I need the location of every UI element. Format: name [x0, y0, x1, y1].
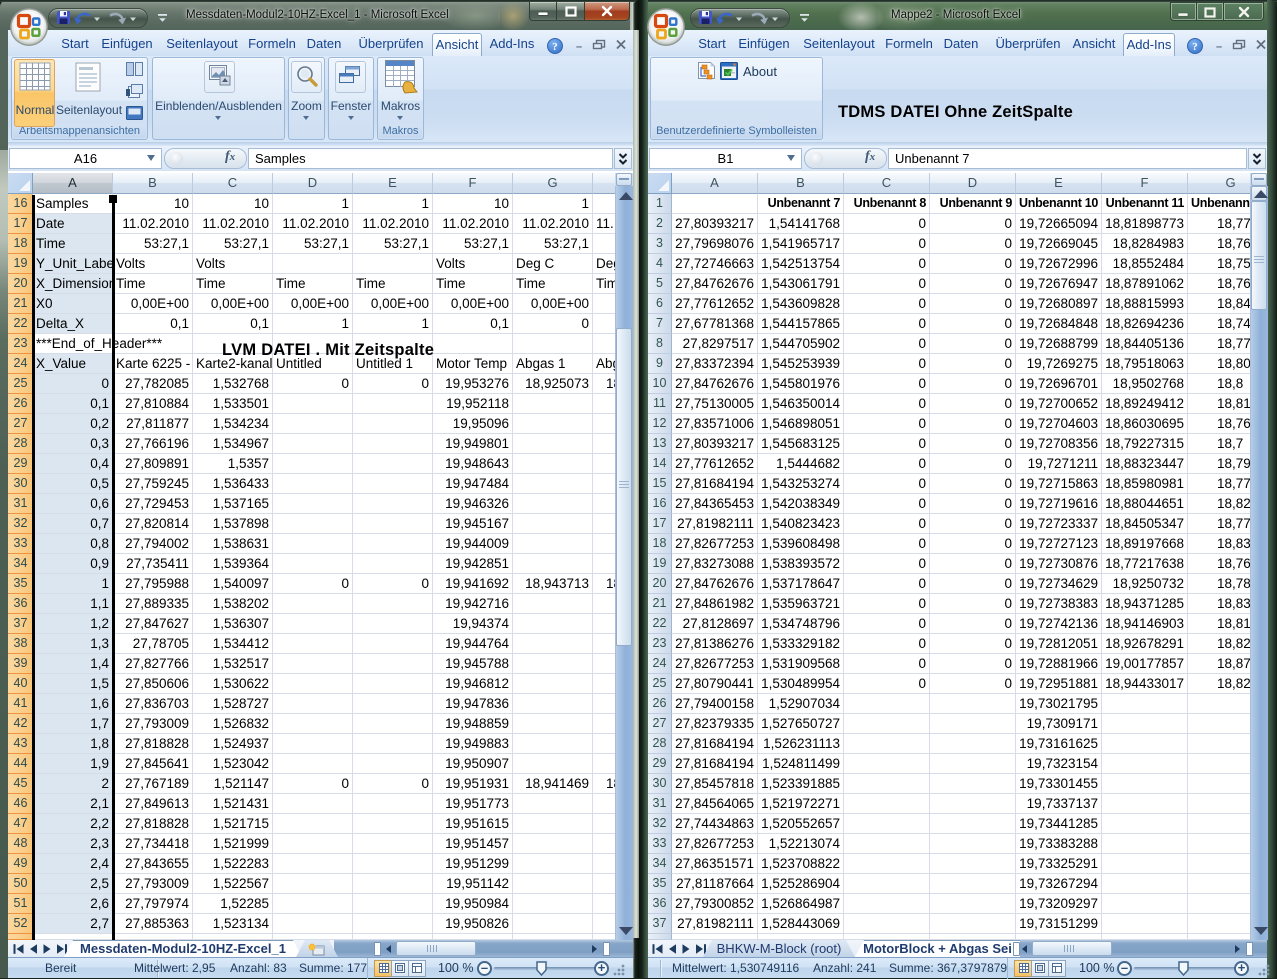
svg-text:?: ? — [552, 41, 558, 53]
svg-text:?: ? — [1192, 41, 1198, 53]
